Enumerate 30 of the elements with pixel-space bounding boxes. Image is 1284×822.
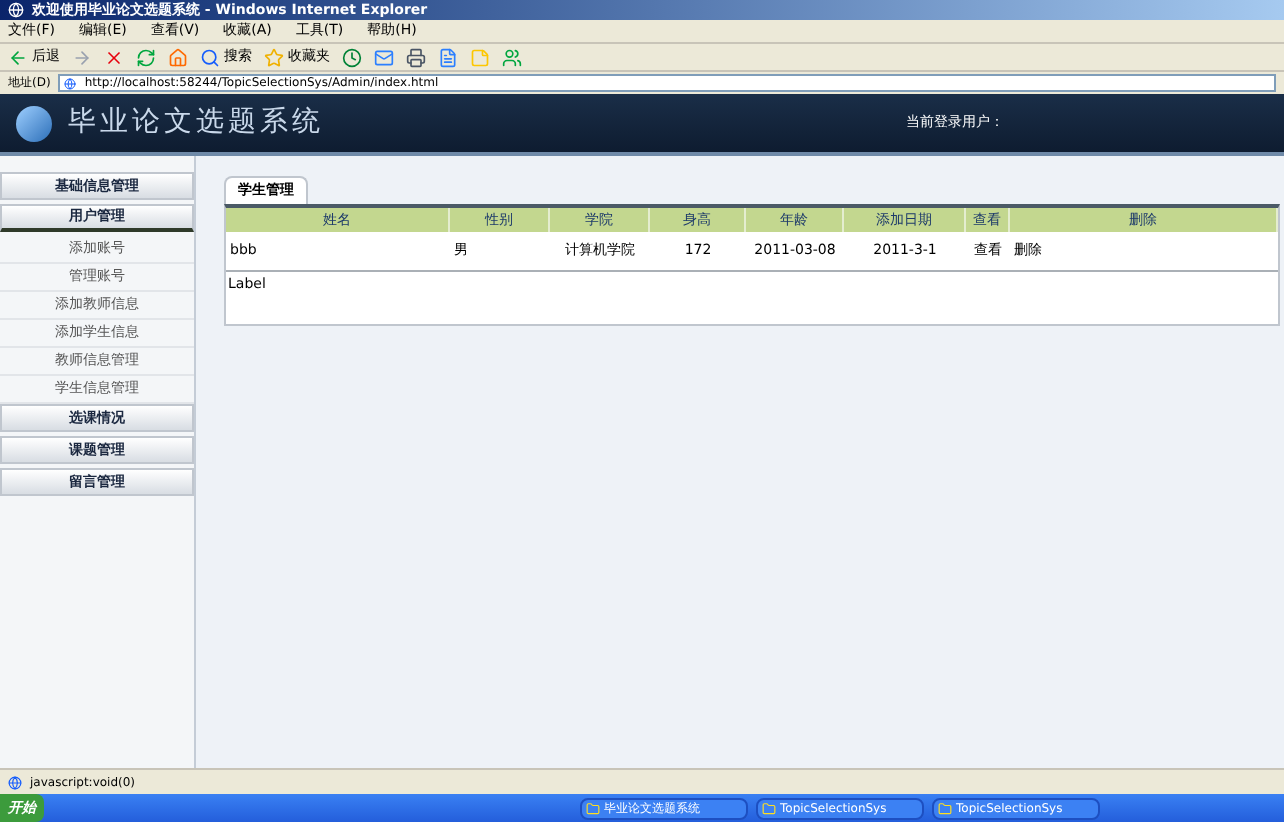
stop-icon — [104, 47, 124, 67]
mail-icon — [374, 47, 394, 67]
note-icon — [470, 47, 490, 67]
printer-icon — [406, 47, 426, 67]
back-icon — [8, 47, 28, 67]
home-button[interactable] — [168, 47, 188, 67]
folder-icon — [586, 801, 600, 815]
mail-button[interactable] — [374, 47, 394, 67]
folder-icon — [938, 801, 952, 815]
page-icon — [8, 775, 22, 789]
forward-icon — [72, 47, 92, 67]
search-icon — [200, 47, 220, 67]
people-button[interactable] — [502, 47, 522, 67]
forward-button[interactable] — [72, 47, 92, 67]
document-button[interactable] — [438, 47, 458, 67]
star-icon — [264, 47, 284, 67]
history-button[interactable] — [342, 47, 362, 67]
refresh-icon — [136, 47, 156, 67]
refresh-button[interactable] — [136, 47, 156, 67]
printer-button[interactable] — [406, 47, 426, 67]
stop-button[interactable] — [104, 47, 124, 67]
page-icon — [64, 77, 77, 89]
logo-icon — [16, 105, 52, 141]
folder-icon — [762, 801, 776, 815]
site-logo: 毕业论文选题系统 — [68, 104, 324, 142]
home-icon — [168, 47, 188, 67]
people-icon — [502, 47, 522, 67]
history-icon — [342, 47, 362, 67]
document-icon — [438, 47, 458, 67]
ie-icon — [8, 2, 24, 18]
